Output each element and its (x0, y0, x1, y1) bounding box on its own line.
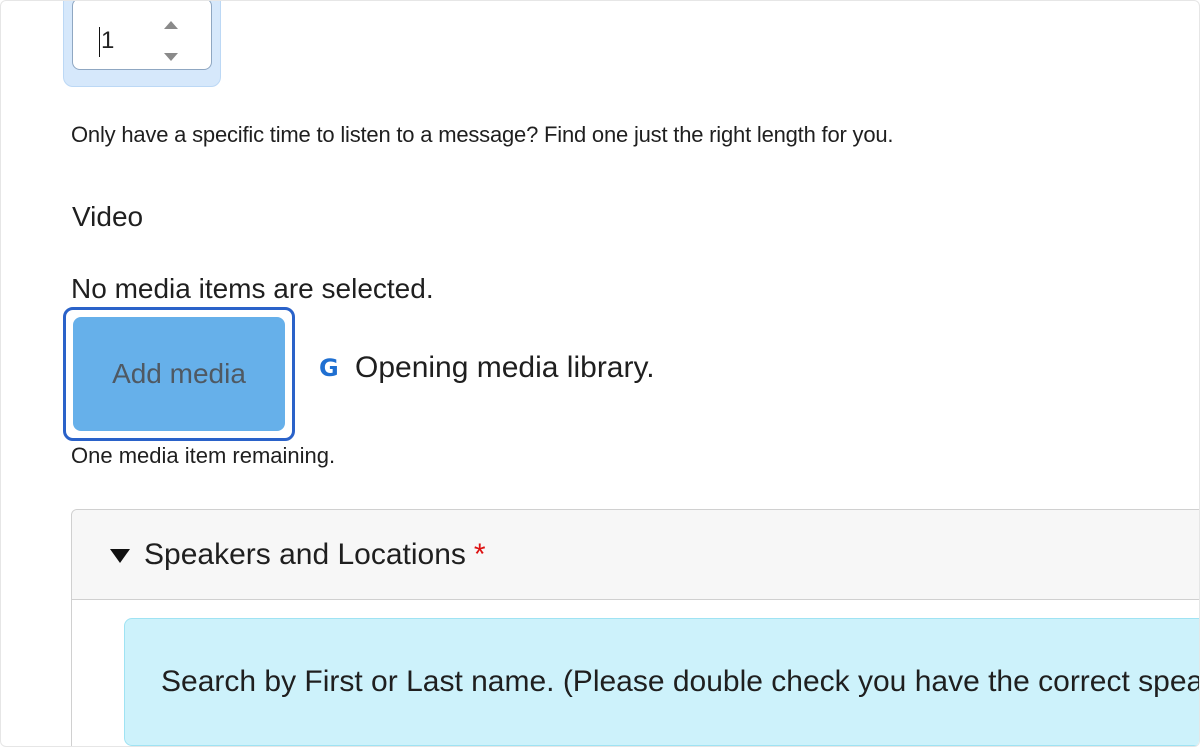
add-media-button[interactable]: Add media (73, 317, 285, 431)
duration-number-input[interactable]: 1 (72, 1, 212, 70)
media-remaining-text: One media item remaining. (71, 443, 336, 468)
spin-down-icon[interactable] (164, 53, 178, 61)
page-frame: 1 Only have a specific time to listen to… (0, 0, 1200, 747)
expand-triangle-icon (110, 549, 130, 563)
speakers-locations-details: Speakers and Locations * Search by First … (71, 509, 1200, 746)
summary-label-text: Speakers and Locations (144, 538, 466, 571)
text-caret (99, 27, 100, 57)
status-text: Opening media library. (355, 351, 655, 384)
loading-g-icon: G (319, 354, 339, 382)
video-field-label: Video (72, 201, 144, 232)
speakers-locations-summary[interactable]: Speakers and Locations * (72, 510, 1199, 600)
duration-value: 1 (101, 27, 115, 54)
number-spinner[interactable] (159, 21, 183, 61)
speaker-search-info-box: Search by First or Last name. (Please do… (124, 618, 1200, 746)
spin-up-icon[interactable] (164, 21, 178, 29)
duration-help-text: Only have a specific time to listen to a… (71, 122, 894, 147)
add-media-focus-ring: Add media (63, 307, 295, 441)
speakers-locations-label: Speakers and Locations * (144, 538, 486, 572)
no-media-message: No media items are selected. (71, 273, 434, 304)
number-input-focus-ring: 1 (63, 1, 221, 87)
required-mark: * (473, 538, 486, 571)
speaker-search-info-text: Search by First or Last name. (Please do… (161, 665, 1200, 698)
media-library-status: G Opening media library. (319, 351, 655, 385)
